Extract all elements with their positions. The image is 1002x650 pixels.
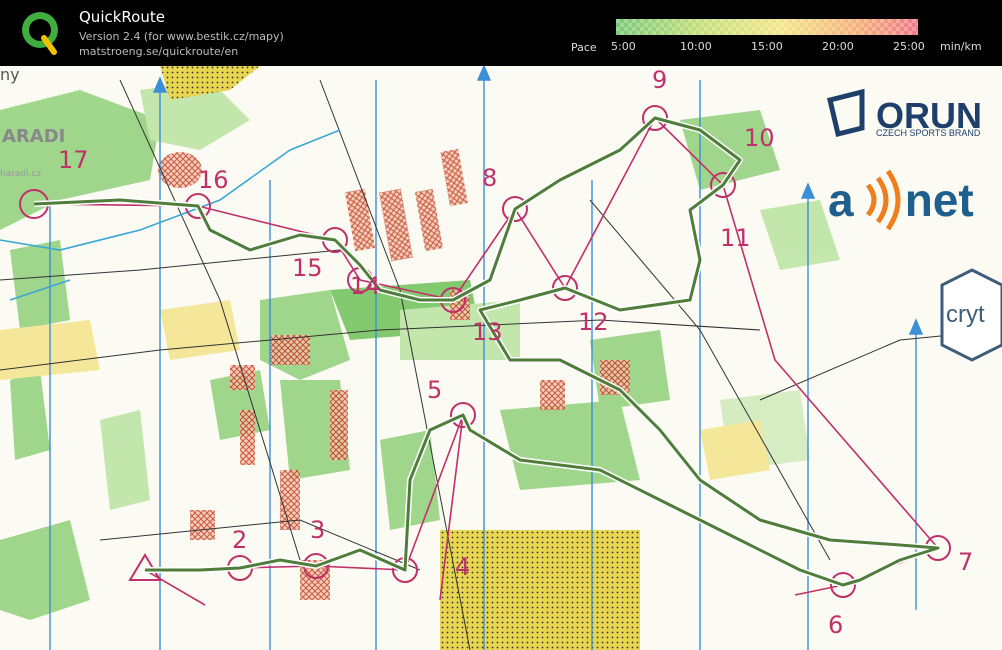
control-number-8: 8 (482, 164, 497, 192)
pace-tick-25: 25:00 (893, 40, 925, 53)
pace-tick-15: 15:00 (751, 40, 783, 53)
map-label-top-left: ny (0, 66, 20, 84)
map-label-left-mid: ARADI (2, 126, 65, 147)
control-number-17: 17 (58, 146, 89, 174)
control-number-14: 14 (350, 272, 381, 300)
control-number-10: 10 (744, 124, 775, 152)
control-number-2: 2 (232, 526, 247, 554)
app-title: QuickRoute (79, 8, 165, 26)
orienteering-map[interactable]: 2 3 4 5 6 7 8 9 10 11 12 13 14 15 16 17 … (0, 66, 1002, 650)
control-number-6: 6 (828, 611, 843, 639)
app-link[interactable]: matstroeng.se/quickroute/en (79, 45, 238, 58)
control-number-5: 5 (427, 376, 442, 404)
app-header: QuickRoute Version 2.4 (for www.bestik.c… (0, 0, 1002, 66)
map-label-left-small: haradi.cz (0, 169, 41, 179)
control-number-9: 9 (652, 66, 667, 94)
control-number-4: 4 (455, 553, 470, 581)
control-number-15: 15 (292, 254, 323, 282)
control-number-7: 7 (958, 548, 973, 576)
control-number-12: 12 (578, 308, 609, 336)
control-number-11: 11 (720, 224, 751, 252)
control-number-16: 16 (198, 166, 229, 194)
quickroute-logo-icon (22, 12, 58, 55)
pace-tick-5: 5:00 (611, 40, 636, 53)
control-number-13: 13 (472, 318, 503, 346)
pace-tick-10: 10:00 (680, 40, 712, 53)
orun-subtext: CZECH SPORTS BRAND (876, 128, 981, 138)
pace-tick-20: 20:00 (822, 40, 854, 53)
app-version: Version 2.4 (for www.bestik.cz/mapy) (79, 30, 284, 43)
anet-text: a net (828, 174, 974, 226)
pace-unit: min/km (940, 40, 982, 53)
control-number-3: 3 (310, 516, 325, 544)
sponsor-anet-logo: a net (828, 169, 974, 231)
sponsor-cryt-logo: cryt (940, 268, 1002, 362)
pace-color-bar (616, 19, 918, 35)
cryt-text: cryt (946, 301, 985, 328)
pace-label: Pace (571, 41, 597, 54)
